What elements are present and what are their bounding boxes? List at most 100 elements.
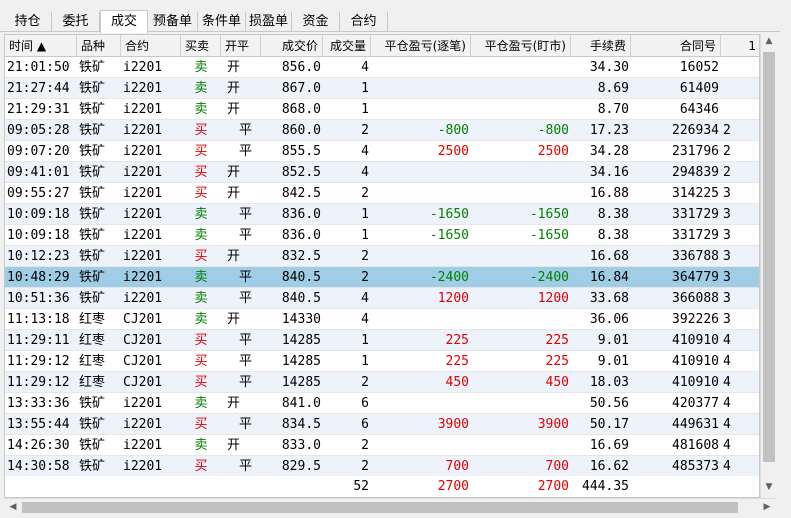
tab-conditional-orders[interactable]: 条件单 [198, 12, 246, 32]
table-row[interactable]: 10:09:18 铁矿 i2201 卖 平 836.0 1 -1650 -1650 8.38 331… [5, 225, 759, 246]
cell-fee: 8.38 [597, 228, 629, 243]
cell-pnl-close: 3900 [437, 417, 469, 432]
cell-extra: 4 [723, 333, 731, 348]
table-row[interactable]: 11:29:11 红枣 CJ201 买 平 14285 1 225 225 9.01 410910 4 [5, 330, 759, 351]
cell-order-id: 226934 [672, 123, 719, 138]
cell-side: 买 [194, 123, 208, 138]
cell-qty: 1 [361, 102, 369, 117]
cell-order-id: 64346 [679, 102, 719, 117]
table-row[interactable]: 14:26:30 铁矿 i2201 卖 开 833.0 2 16.69 481608 4 [5, 435, 759, 456]
cell-time: 09:05:28 [7, 123, 70, 138]
cell-product: 铁矿 [79, 102, 106, 117]
column-header-price[interactable]: 成交价 [261, 35, 323, 57]
tab-trades[interactable]: 成交 [100, 10, 148, 33]
table-row[interactable]: 10:09:18 铁矿 i2201 卖 平 836.0 1 -1650 -1650 8.38 331… [5, 204, 759, 225]
cell-fee: 18.03 [589, 375, 629, 390]
cell-qty: 6 [361, 417, 369, 432]
cell-extra: 4 [723, 417, 731, 432]
column-header-pnl-close[interactable]: 平仓盈亏(逐笔) [371, 35, 471, 57]
total-pnl-mtm: 2700 [537, 479, 569, 494]
table-row[interactable]: 09:55:27 铁矿 i2201 买 开 842.5 2 16.88 314225 3 [5, 183, 759, 204]
table-row[interactable]: 10:12:23 铁矿 i2201 买 开 832.5 2 16.68 336788 3 [5, 246, 759, 267]
table-row[interactable]: 13:55:44 铁矿 i2201 买 平 834.5 6 3900 3900 50.17 4496… [5, 414, 759, 435]
cell-order-id: 314225 [672, 186, 719, 201]
cell-pnl-mtm [471, 435, 571, 456]
column-header-product[interactable]: 品种 [77, 35, 121, 57]
table-row[interactable]: 21:29:31 铁矿 i2201 卖 开 868.0 1 8.70 64346 [5, 99, 759, 120]
cell-contract: i2201 [123, 438, 163, 453]
table-row[interactable]: 09:07:20 铁矿 i2201 买 平 855.5 4 2500 2500 34.28 2317… [5, 141, 759, 162]
cell-time: 09:41:01 [7, 165, 70, 180]
table-row[interactable]: 11:29:12 红枣 CJ201 买 平 14285 2 450 450 18.03 410910… [5, 372, 759, 393]
cell-extra: 2 [723, 144, 731, 159]
horizontal-scrollbar[interactable]: ◀ ▶ [4, 498, 776, 515]
cell-price: 14330 [281, 312, 321, 327]
column-header-offset[interactable]: 开平 [221, 35, 261, 57]
scroll-down-icon[interactable]: ▼ [761, 482, 777, 492]
scroll-left-icon[interactable]: ◀ [5, 502, 21, 512]
cell-offset: 平 [239, 375, 253, 390]
cell-extra: 3 [723, 270, 731, 285]
column-header-side[interactable]: 买卖 [181, 35, 221, 57]
cell-pnl-mtm [471, 393, 571, 414]
tab-funds[interactable]: 资金 [292, 12, 340, 32]
cell-qty: 1 [361, 354, 369, 369]
column-header-fee[interactable]: 手续费 [571, 35, 631, 57]
cell-offset: 平 [239, 417, 253, 432]
vertical-scroll-thumb[interactable] [763, 52, 775, 462]
table-row[interactable]: 13:33:36 铁矿 i2201 卖 开 841.0 6 50.56 420377 4 [5, 393, 759, 414]
cell-qty: 2 [361, 186, 369, 201]
cell-pnl-mtm: 1200 [537, 291, 569, 306]
cell-price: 860.0 [281, 123, 321, 138]
cell-price: 842.5 [281, 186, 321, 201]
tab-orders[interactable]: 委托 [52, 12, 100, 32]
column-header-qty[interactable]: 成交量 [323, 35, 371, 57]
cell-side: 卖 [194, 102, 208, 117]
table-row[interactable]: 11:29:12 红枣 CJ201 买 平 14285 1 225 225 9.01 410910 4 [5, 351, 759, 372]
cell-pnl-mtm: 3900 [537, 417, 569, 432]
vertical-scrollbar[interactable]: ▲ ▼ [760, 34, 776, 498]
cell-pnl-mtm [471, 57, 571, 78]
cell-side: 买 [194, 354, 208, 369]
cell-product: 红枣 [79, 312, 106, 327]
column-header-order-id[interactable]: 合同号 [631, 35, 721, 57]
table-row[interactable]: 14:30:58 铁矿 i2201 买 平 829.5 2 700 700 16.62 485373… [5, 456, 759, 477]
tab-bar: 持仓 委托 成交 预备单 条件单 损盈单 资金 合约 [0, 10, 780, 33]
cell-extra: 3 [723, 207, 731, 222]
table-row[interactable]: 21:27:44 铁矿 i2201 卖 开 867.0 1 8.69 61409 [5, 78, 759, 99]
tab-stop-orders[interactable]: 损盈单 [246, 12, 292, 32]
table-row[interactable]: 21:01:50 铁矿 i2201 卖 开 856.0 4 34.30 16052 [5, 57, 759, 78]
cell-side: 卖 [194, 312, 208, 327]
table-row[interactable]: 10:51:36 铁矿 i2201 卖 平 840.5 4 1200 1200 33.68 3660… [5, 288, 759, 309]
scroll-right-icon[interactable]: ▶ [759, 502, 775, 512]
cell-time: 11:29:12 [7, 375, 70, 390]
table-row[interactable]: 10:48:29 铁矿 i2201 卖 平 840.5 2 -2400 -2400 16.84 36… [5, 267, 759, 288]
tab-contracts[interactable]: 合约 [340, 12, 388, 32]
cell-fee: 50.17 [589, 417, 629, 432]
column-header-extra[interactable]: 1 [721, 35, 759, 57]
cell-time: 13:55:44 [7, 417, 70, 432]
cell-qty: 4 [361, 291, 369, 306]
cell-side: 卖 [194, 438, 208, 453]
tab-prepared-orders[interactable]: 预备单 [148, 12, 198, 32]
column-header-pnl-mtm[interactable]: 平仓盈亏(盯市) [471, 35, 571, 57]
column-header-contract[interactable]: 合约 [121, 35, 181, 57]
table-row[interactable]: 11:13:18 红枣 CJ201 卖 开 14330 4 36.06 392226 3 [5, 309, 759, 330]
cell-offset: 开 [227, 165, 241, 180]
cell-fee: 9.01 [597, 354, 629, 369]
cell-pnl-close: -800 [437, 123, 469, 138]
cell-offset: 开 [227, 312, 241, 327]
tab-positions[interactable]: 持仓 [4, 12, 52, 32]
cell-product: 铁矿 [79, 81, 106, 96]
cell-pnl-mtm [471, 99, 571, 120]
column-header-time[interactable]: 时间 ▲ [5, 35, 77, 57]
scroll-up-icon[interactable]: ▲ [761, 36, 777, 46]
cell-contract: CJ201 [123, 333, 163, 348]
cell-offset: 平 [239, 291, 253, 306]
table-row[interactable]: 09:05:28 铁矿 i2201 买 平 860.0 2 -800 -800 17.23 2269… [5, 120, 759, 141]
table-row[interactable]: 09:41:01 铁矿 i2201 买 开 852.5 4 34.16 294839 2 [5, 162, 759, 183]
horizontal-scroll-thumb[interactable] [22, 502, 738, 513]
cell-contract: i2201 [123, 186, 163, 201]
cell-order-id: 331729 [672, 207, 719, 222]
cell-extra: 3 [723, 291, 731, 306]
